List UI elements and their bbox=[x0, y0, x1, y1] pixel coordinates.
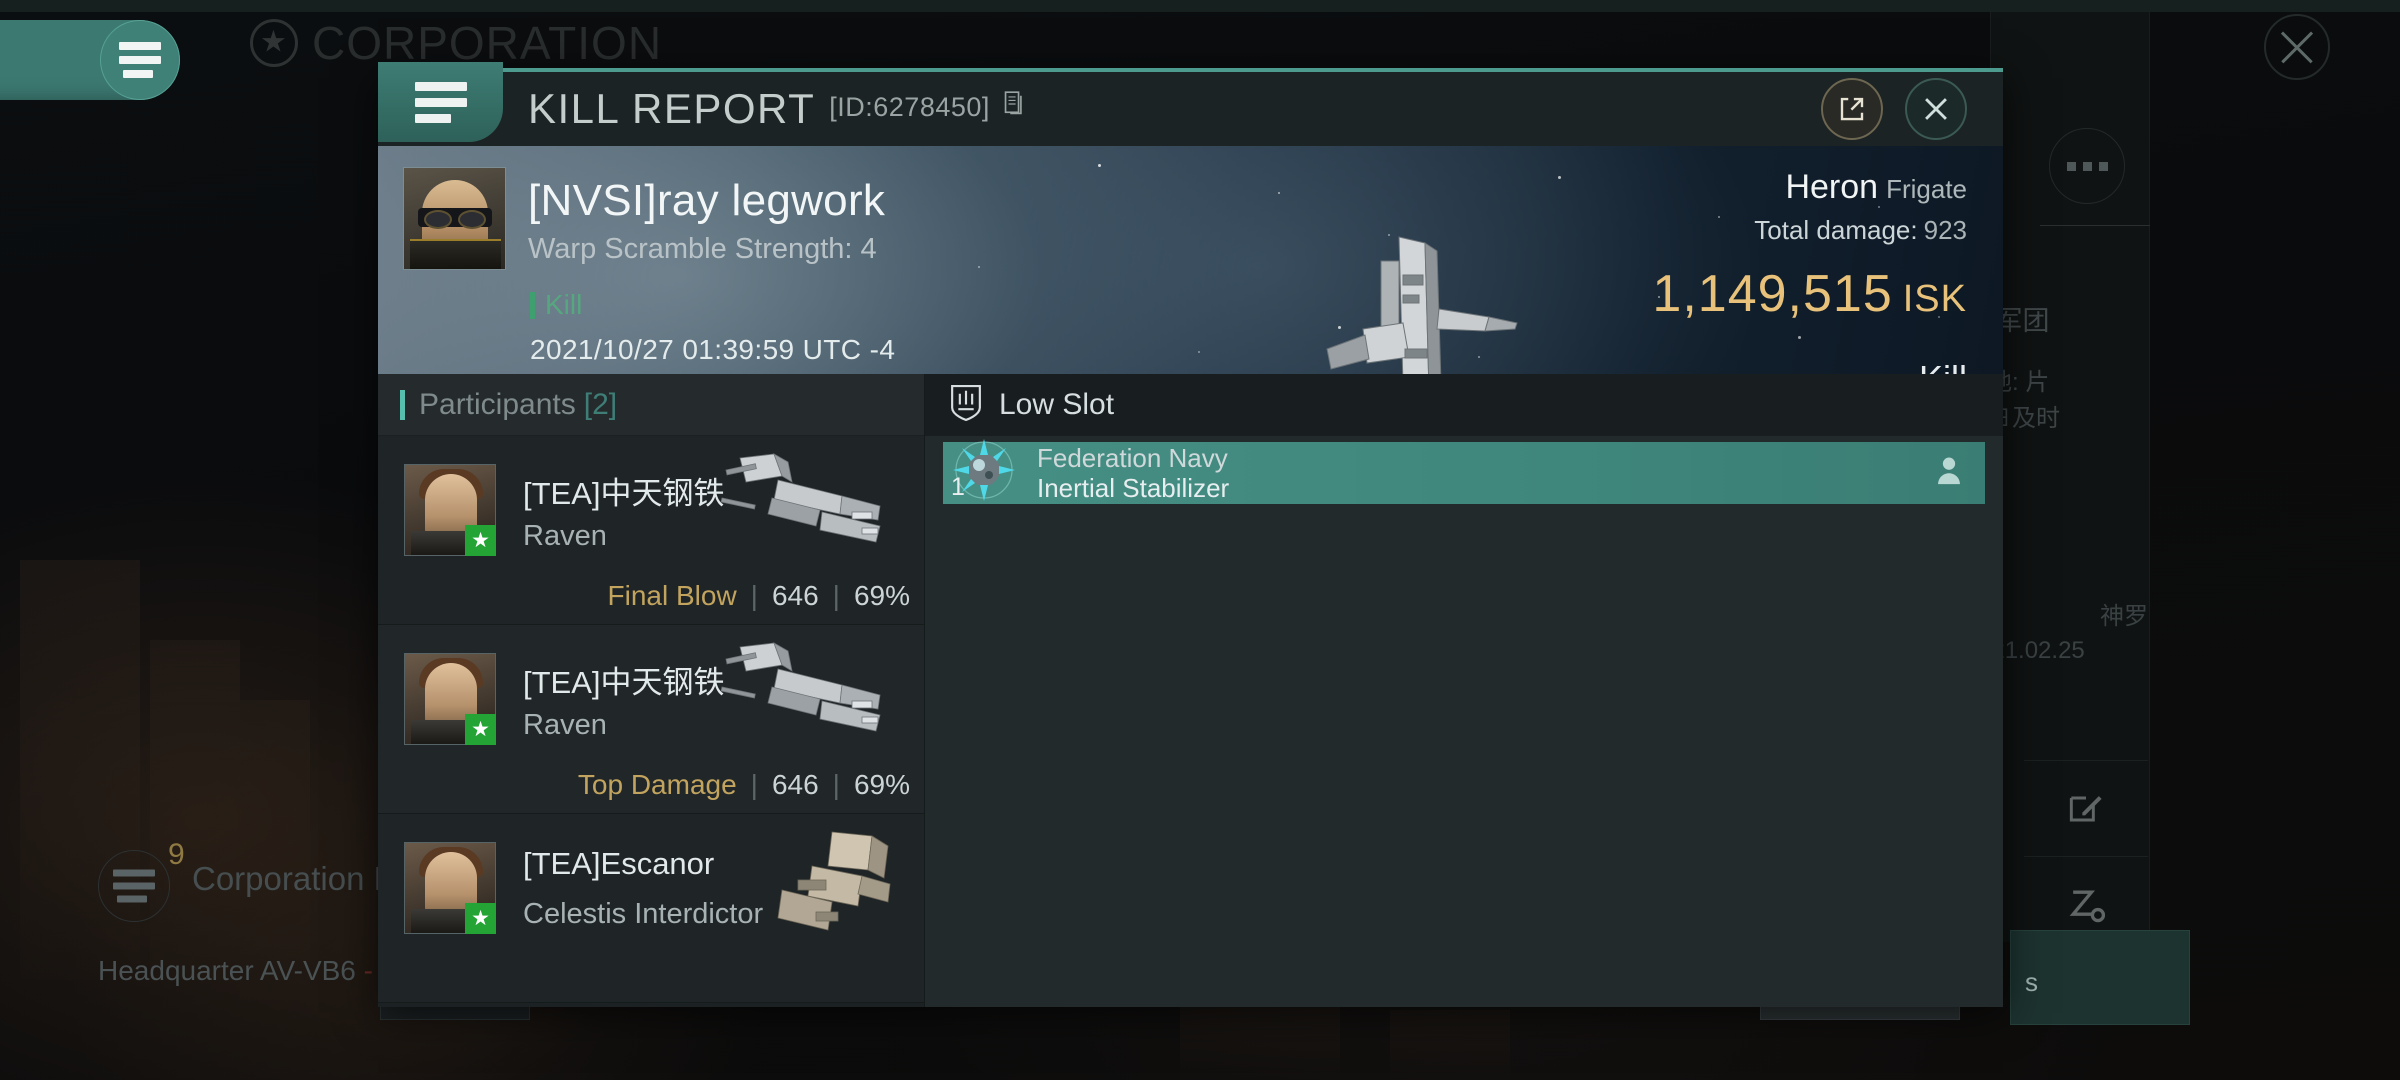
kill-result: Kill bbox=[1652, 358, 1967, 374]
participants-count: [2] bbox=[583, 387, 618, 421]
participant-name: [TEA]中天钢铁 bbox=[523, 476, 725, 511]
station-silhouette bbox=[1390, 1010, 1510, 1080]
item-label-line1: Federation Navy bbox=[1037, 443, 1228, 473]
background-close-icon[interactable] bbox=[2264, 14, 2330, 80]
background-notification-badge: 9 bbox=[168, 838, 185, 871]
participants-header: Participants [2] bbox=[378, 374, 924, 436]
close-icon[interactable] bbox=[1905, 78, 1967, 140]
background-hq-label: Headquarter AV-VB6 - 0 bbox=[98, 955, 396, 987]
station-silhouette bbox=[1180, 1000, 1340, 1080]
low-slot-panel: Low Slot 1 Federation Navy Inertial Stab… bbox=[925, 374, 2003, 1007]
participant-name: [TEA]中天钢铁 bbox=[523, 665, 725, 700]
page-title: KILL REPORT bbox=[528, 85, 816, 132]
item-quantity: 1 bbox=[951, 473, 965, 501]
background-cn-line2-b: ∃及时 bbox=[1988, 405, 2060, 432]
status-badge-label: Kill bbox=[545, 289, 583, 320]
participants-panel: Participants [2] ★ [TEA]中天钢铁 Raven Final… bbox=[378, 374, 925, 1007]
background-cn-line2-a: 地: 片 bbox=[1988, 369, 2050, 396]
ship-class: Frigate bbox=[1886, 174, 1967, 204]
participant-damage: 646 bbox=[771, 580, 819, 611]
avatar[interactable] bbox=[403, 167, 506, 270]
background-menu-pill[interactable] bbox=[0, 20, 180, 100]
hamburger-icon[interactable] bbox=[100, 20, 180, 100]
participant-damage: 646 bbox=[771, 769, 819, 800]
background-status-strip bbox=[0, 0, 2400, 12]
participant-stats: Final Blow | 646 | 69% bbox=[607, 580, 911, 611]
avatar: ★ bbox=[404, 653, 496, 745]
copy-icon[interactable] bbox=[1004, 90, 1026, 124]
avatar: ★ bbox=[404, 842, 496, 934]
isk-value: 1,149,515 bbox=[1652, 265, 1893, 323]
star-icon: ★ bbox=[465, 525, 496, 556]
participant-ship: Raven bbox=[523, 709, 607, 741]
isk-value-row: 1,149,515 ISK bbox=[1652, 264, 1967, 324]
background-divider bbox=[2040, 225, 2150, 226]
kill-report-modal: KILL REPORT [ID:6278450] [NVSI]ray legwo… bbox=[378, 62, 2003, 1007]
share-external-icon[interactable] bbox=[1821, 78, 1883, 140]
background-teal-button-label: s bbox=[2025, 967, 2038, 997]
star-badge-icon bbox=[250, 19, 298, 67]
person-icon bbox=[1935, 456, 1963, 491]
kill-timestamp: 2021/10/27 01:39:59 UTC -4 bbox=[530, 334, 896, 365]
star-icon: ★ bbox=[465, 714, 496, 745]
ship-name: Heron bbox=[1785, 168, 1879, 206]
status-badge: Kill bbox=[530, 289, 582, 321]
background-cn-date: 021.02.25 bbox=[1978, 637, 2085, 664]
participant-percent: 69% bbox=[853, 580, 910, 611]
station-silhouette bbox=[150, 640, 240, 980]
background-cn-line1: ]军团 bbox=[1988, 306, 2050, 336]
participants-title: Participants bbox=[419, 387, 576, 421]
kill-stats: Heron Frigate Total damage: 923 1,149,515 I… bbox=[1652, 168, 1967, 374]
victim-name: [NVSI]ray legwork bbox=[528, 176, 886, 225]
header-actions bbox=[1821, 78, 1967, 140]
low-slot-shield-icon bbox=[949, 383, 983, 428]
modal-header: KILL REPORT [ID:6278450] bbox=[378, 62, 2003, 146]
raven-battleship-render bbox=[712, 452, 902, 562]
background-hq-text: Headquarter AV-VB6 bbox=[98, 955, 356, 986]
background-cn-meta: 神罗 021.02.25 bbox=[1978, 600, 2148, 668]
table-row[interactable]: ★ [TEA]中天钢铁 Raven bbox=[378, 625, 924, 814]
participant-percent: 69% bbox=[853, 769, 910, 800]
background-teal-button[interactable]: s bbox=[2010, 930, 2190, 1025]
report-id: [ID:6278450] bbox=[829, 90, 1026, 123]
item-label: Federation Navy Inertial Stabilizer bbox=[1037, 443, 1229, 503]
avatar: ★ bbox=[404, 464, 496, 556]
isk-unit: ISK bbox=[1902, 278, 1967, 320]
participant-stats: Top Damage | 646 | 69% bbox=[577, 769, 910, 800]
low-slot-header: Low Slot bbox=[925, 374, 2003, 436]
background-corp-label: Corporation P bbox=[192, 860, 396, 897]
app-root: CORPORATION ]军团 地: 片 ∃及时 神罗 021.02.25 9 … bbox=[0, 0, 2400, 1080]
item-label-line2: Inertial Stabilizer bbox=[1037, 473, 1230, 503]
hamburger-icon[interactable] bbox=[378, 62, 503, 142]
modal-body: Participants [2] ★ [TEA]中天钢铁 Raven Final… bbox=[378, 374, 2003, 1007]
total-damage-value: 923 bbox=[1923, 215, 1967, 245]
victim-subtitle: Warp Scramble Strength: 4 bbox=[528, 233, 877, 265]
celestis-cruiser-render bbox=[712, 830, 902, 940]
background-cn-name: 神罗 bbox=[2100, 603, 2148, 630]
table-row[interactable]: ★ [TEA]中天钢铁 Raven bbox=[378, 436, 924, 625]
list-item[interactable]: 1 Federation Navy Inertial Stabilizer bbox=[943, 439, 1985, 504]
more-dots-icon[interactable] bbox=[2049, 128, 2125, 204]
edit-square-icon[interactable] bbox=[2024, 760, 2148, 856]
participant-name: [TEA]Escanor bbox=[523, 846, 715, 881]
raven-battleship-render bbox=[712, 641, 902, 751]
heron-frigate-render bbox=[1303, 231, 1573, 374]
kill-summary-banner: [NVSI]ray legwork Warp Scramble Strength… bbox=[378, 146, 2003, 374]
background-secondary-menu[interactable] bbox=[98, 850, 170, 922]
table-row[interactable]: ★ [TEA]Escanor Celestis Interdictor bbox=[378, 814, 924, 1003]
goggles-icon bbox=[418, 208, 492, 229]
participant-tag: Top Damage bbox=[577, 769, 737, 800]
ship-name-row: Heron Frigate bbox=[1652, 168, 1967, 207]
report-id-text: [ID:6278450] bbox=[829, 91, 990, 122]
participant-tag: Final Blow bbox=[607, 580, 737, 611]
total-damage-label: Total damage: bbox=[1754, 215, 1918, 245]
low-slot-title: Low Slot bbox=[999, 388, 1115, 421]
total-damage-row: Total damage: 923 bbox=[1652, 215, 1967, 246]
participant-ship: Raven bbox=[523, 520, 607, 552]
background-cn-line2: 地: 片 ∃及时 bbox=[1988, 365, 2148, 437]
star-icon: ★ bbox=[465, 903, 496, 934]
